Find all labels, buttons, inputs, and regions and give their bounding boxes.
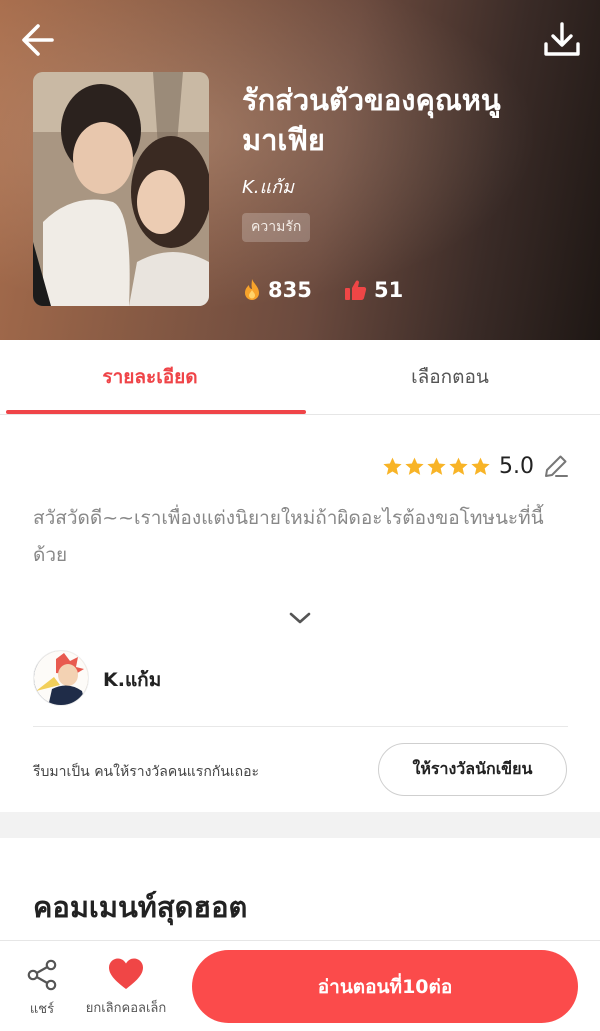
star-icon: [471, 457, 490, 475]
likes-stat: 51: [344, 277, 403, 303]
back-button[interactable]: [16, 18, 60, 62]
views-stat: 835: [242, 277, 312, 303]
favorite-button[interactable]: ยกเลิกคอลเล็ก: [74, 957, 178, 1027]
heart-icon: [109, 958, 143, 989]
arrow-left-icon: [22, 24, 54, 56]
tab-details[interactable]: รายละเอียด: [0, 340, 300, 415]
divider: [33, 726, 568, 727]
rating-value: 5.0: [499, 453, 534, 479]
continue-reading-button[interactable]: อ่านตอนที่10ต่อ: [192, 950, 578, 1023]
bottom-action-bar: แชร์ ยกเลิกคอลเล็ก อ่านตอนที่10ต่อ: [0, 940, 600, 1031]
share-label: แชร์: [29, 1002, 55, 1017]
likes-count: 51: [374, 278, 404, 302]
book-cover-image: [33, 72, 209, 306]
download-icon: [544, 22, 580, 56]
share-icon: [27, 959, 57, 991]
genre-tag[interactable]: ความรัก: [242, 213, 311, 242]
reward-note: รีบมาเป็น คนให้รางวัลคนแรกกันเถอะ: [33, 764, 260, 780]
star-icon: [383, 457, 402, 475]
download-button[interactable]: [540, 18, 584, 62]
favorite-label: ยกเลิกคอลเล็ก: [85, 1001, 167, 1016]
book-description: สวัสวัดดี~~เราเพื่องแต่งนิยายใหม่ถ้าผิดอ…: [33, 507, 544, 566]
star-icon: [405, 457, 424, 475]
views-count: 835: [268, 278, 312, 302]
rating-stars: [382, 456, 491, 477]
thumbs-up-icon: [345, 280, 367, 300]
book-header: รักส่วนตัวของคุณหนูมาเฟีย K.แก้ม ความรัก…: [0, 0, 600, 340]
author-avatar[interactable]: [33, 650, 89, 706]
section-separator: [0, 812, 600, 838]
author-row[interactable]: K.แก้ม: [33, 648, 568, 726]
rating-row: 5.0: [382, 450, 570, 482]
author-name[interactable]: K.แก้ม: [103, 665, 161, 695]
edit-pencil-icon[interactable]: [542, 452, 570, 480]
star-icon: [427, 457, 446, 475]
hot-comments-title: คอมเมนท์สุดฮอต: [33, 890, 248, 924]
book-author[interactable]: K.แก้ม: [242, 172, 294, 201]
share-button[interactable]: แชร์: [22, 957, 62, 1027]
tab-bar: รายละเอียด เลือกตอน: [0, 340, 600, 415]
tab-episodes[interactable]: เลือกตอน: [300, 340, 600, 415]
reward-author-button[interactable]: ให้รางวัลนักเขียน: [378, 743, 567, 796]
chevron-down-icon[interactable]: [286, 606, 314, 630]
star-icon: [449, 457, 468, 475]
book-title: รักส่วนตัวของคุณหนูมาเฟีย: [242, 83, 501, 157]
active-tab-indicator: [6, 410, 306, 414]
fire-icon: [245, 279, 259, 300]
